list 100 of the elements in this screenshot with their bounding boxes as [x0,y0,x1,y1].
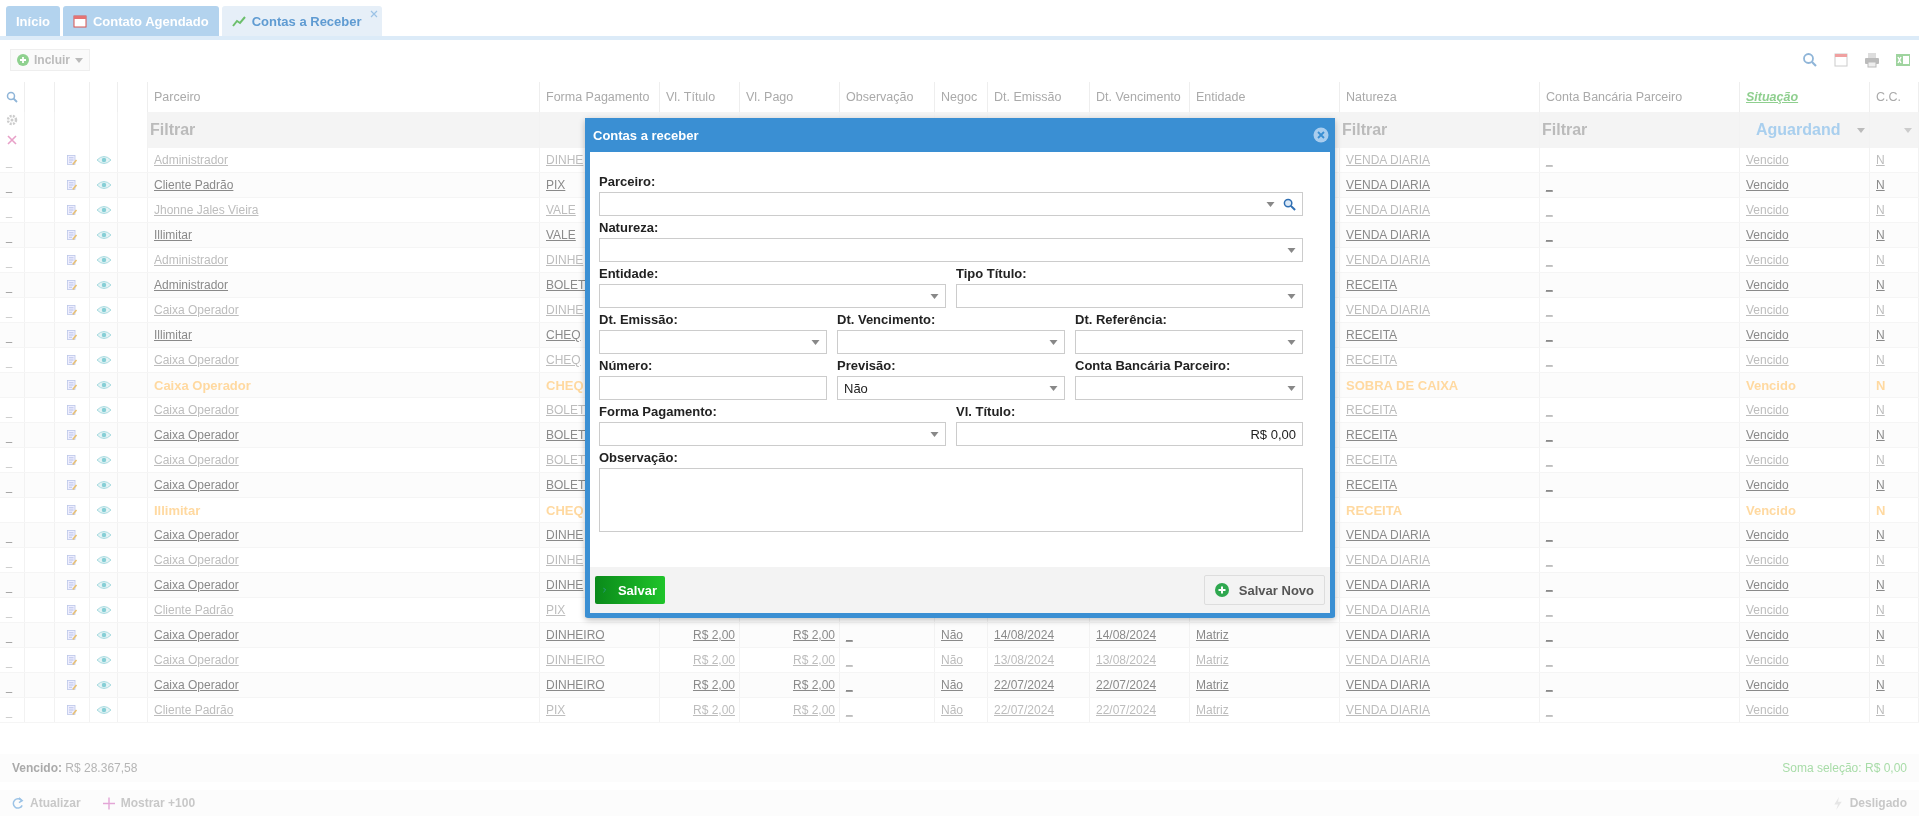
edit-icon[interactable] [64,179,80,191]
notes-field[interactable] [599,468,1303,532]
category-link[interactable]: RECEITA [1346,453,1398,467]
cost-center-link[interactable]: N [1876,502,1886,518]
edit-icon[interactable] [64,154,80,166]
bank-account-link[interactable]: _ [1546,478,1553,492]
cost-center-link[interactable]: N [1876,578,1885,592]
edit-icon[interactable] [64,479,80,491]
partner-link[interactable]: Administrador [154,278,229,292]
payment-link[interactable]: VALE [546,203,576,217]
edit-icon[interactable] [64,604,80,616]
status-link[interactable]: Vencido [1746,178,1789,192]
bank-account-link[interactable]: _ [1546,153,1553,167]
filter-field[interactable]: Filtrar [1540,112,1739,148]
partner-link[interactable]: Cliente Padrão [154,703,234,717]
column-header[interactable]: Vl. Título [666,90,716,104]
bank-account-link[interactable]: _ [1546,553,1553,567]
edit-icon[interactable] [64,554,80,566]
eye-icon[interactable] [95,604,112,616]
partner-link[interactable]: Caixa Operador [154,553,239,567]
partner-link[interactable]: Caixa Operador [154,578,239,592]
edit-icon[interactable] [64,229,80,241]
status-link[interactable]: Vencido [1746,153,1789,167]
eye-icon[interactable] [95,229,112,241]
payment-link[interactable]: PIX [546,603,566,617]
eye-icon[interactable] [95,679,112,691]
partner-link[interactable]: Caixa Operador [154,628,239,642]
cost-center-link[interactable]: N [1876,278,1885,292]
edit-icon[interactable] [64,204,80,216]
eye-icon[interactable] [95,554,112,566]
amount-link[interactable]: R$ 2,00 [692,678,735,692]
bank-account-link[interactable]: _ [1546,428,1553,442]
column-header[interactable]: Natureza [1346,90,1397,104]
eye-icon[interactable] [95,154,112,166]
eye-icon[interactable] [95,479,112,491]
partner-link[interactable]: Caixa Operador [154,377,251,393]
category-link[interactable]: RECEITA [1346,478,1398,492]
payment-link[interactable]: PIX [546,703,566,717]
amount-link[interactable]: R$ 2,00 [692,703,735,717]
status-link[interactable]: Vencido [1746,453,1789,467]
partner-link[interactable]: Caixa Operador [154,653,239,667]
edit-icon[interactable] [64,404,80,416]
partner-link[interactable]: Caixa Operador [154,478,239,492]
bank-account-link[interactable]: _ [1546,228,1553,242]
partner-link[interactable]: Caixa Operador [154,353,239,367]
bank-account-link[interactable]: _ [1546,303,1553,317]
bank-account-link[interactable]: _ [1546,178,1553,192]
payment-link[interactable]: DINHE [546,253,584,267]
partner-link[interactable]: Caixa Operador [154,303,239,317]
tab[interactable]: Contato Agendado [62,6,219,36]
edit-icon[interactable] [64,304,80,316]
eye-icon[interactable] [95,504,112,516]
status-link[interactable]: Vencido [1746,253,1789,267]
cost-center-link[interactable]: N [1876,153,1885,167]
edit-icon[interactable] [64,579,80,591]
eye-icon[interactable] [95,429,112,441]
eye-icon[interactable] [95,704,112,716]
add-button[interactable]: Incluir [10,49,90,71]
cost-center-link[interactable]: N [1876,453,1885,467]
category-link[interactable]: VENDA DIARIA [1346,153,1431,167]
status-link[interactable]: Vencido [1746,328,1789,342]
edit-icon[interactable] [64,379,80,391]
bank-account-link[interactable]: _ [1546,278,1553,292]
column-header[interactable]: Dt. Emissão [994,90,1062,104]
dropdown-field[interactable] [1075,376,1303,400]
partner-link[interactable]: Cliente Padrão [154,178,234,192]
save-new-button[interactable]: Salvar Novo [1203,575,1325,605]
eye-icon[interactable] [95,579,112,591]
eye-icon[interactable] [95,204,112,216]
category-link[interactable]: VENDA DIARIA [1346,303,1431,317]
cost-center-link[interactable]: N [1876,603,1885,617]
cost-center-link[interactable]: N [1876,478,1885,492]
status-link[interactable]: Vencido [1746,603,1789,617]
column-header[interactable]: Situação [1746,90,1799,104]
eye-icon[interactable] [95,379,112,391]
search-icon[interactable] [1283,197,1296,211]
payment-link[interactable]: BOLET [546,278,586,292]
category-link[interactable]: RECEITA [1346,328,1398,342]
category-link[interactable]: RECEITA [1346,353,1398,367]
bank-account-link[interactable]: _ [1546,528,1553,542]
eye-icon[interactable] [95,454,112,466]
edit-icon[interactable] [64,329,80,341]
status-link[interactable]: Vencido [1746,703,1789,717]
payment-link[interactable]: VALE [546,228,576,242]
column-header[interactable]: Vl. Pago [746,90,794,104]
negotiated-link[interactable]: Não [941,628,963,642]
category-link[interactable]: VENDA DIARIA [1346,228,1431,242]
payment-link[interactable]: DINHE [546,153,584,167]
eye-icon[interactable] [95,179,112,191]
cost-center-link[interactable]: N [1876,203,1885,217]
filter-field[interactable]: Filtrar [148,112,539,148]
status-link[interactable]: Vencido [1746,628,1789,642]
status-filter[interactable]: Aguardand [1740,112,1869,148]
bank-account-link[interactable]: _ [1546,403,1553,417]
payment-link[interactable]: CHEQ [546,502,584,518]
bank-account-link[interactable]: _ [1546,328,1553,342]
paid-link[interactable]: R$ 2,00 [792,628,835,642]
printer-icon[interactable] [1864,52,1880,68]
partner-link[interactable]: Caixa Operador [154,403,239,417]
amount-link[interactable]: R$ 2,00 [692,628,735,642]
